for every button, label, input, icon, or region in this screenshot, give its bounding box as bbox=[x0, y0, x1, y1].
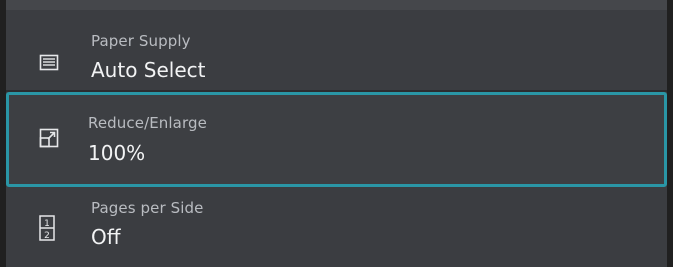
list-top-strip bbox=[6, 0, 667, 10]
setting-title: Pages per Side bbox=[91, 199, 204, 217]
setting-title: Paper Supply bbox=[91, 32, 191, 50]
copy-settings-screen: Paper Supply Auto Select Reduce/Enlarge … bbox=[0, 0, 673, 267]
setting-reduce-enlarge[interactable]: Reduce/Enlarge 100% bbox=[6, 92, 667, 187]
setting-title: Reduce/Enlarge bbox=[88, 114, 207, 132]
resize-icon bbox=[39, 128, 59, 148]
setting-value: Auto Select bbox=[91, 58, 206, 82]
page-number-1: 1 bbox=[44, 219, 50, 229]
setting-value: Off bbox=[91, 225, 121, 249]
setting-pages-per-side[interactable]: 1 2 Pages per Side Off bbox=[6, 189, 667, 267]
setting-value: 100% bbox=[88, 141, 146, 165]
page-number-2: 2 bbox=[44, 231, 50, 241]
pages-per-side-icon: 1 2 bbox=[39, 215, 55, 241]
setting-paper-supply[interactable]: Paper Supply Auto Select bbox=[6, 14, 667, 90]
paper-tray-icon bbox=[39, 53, 59, 73]
